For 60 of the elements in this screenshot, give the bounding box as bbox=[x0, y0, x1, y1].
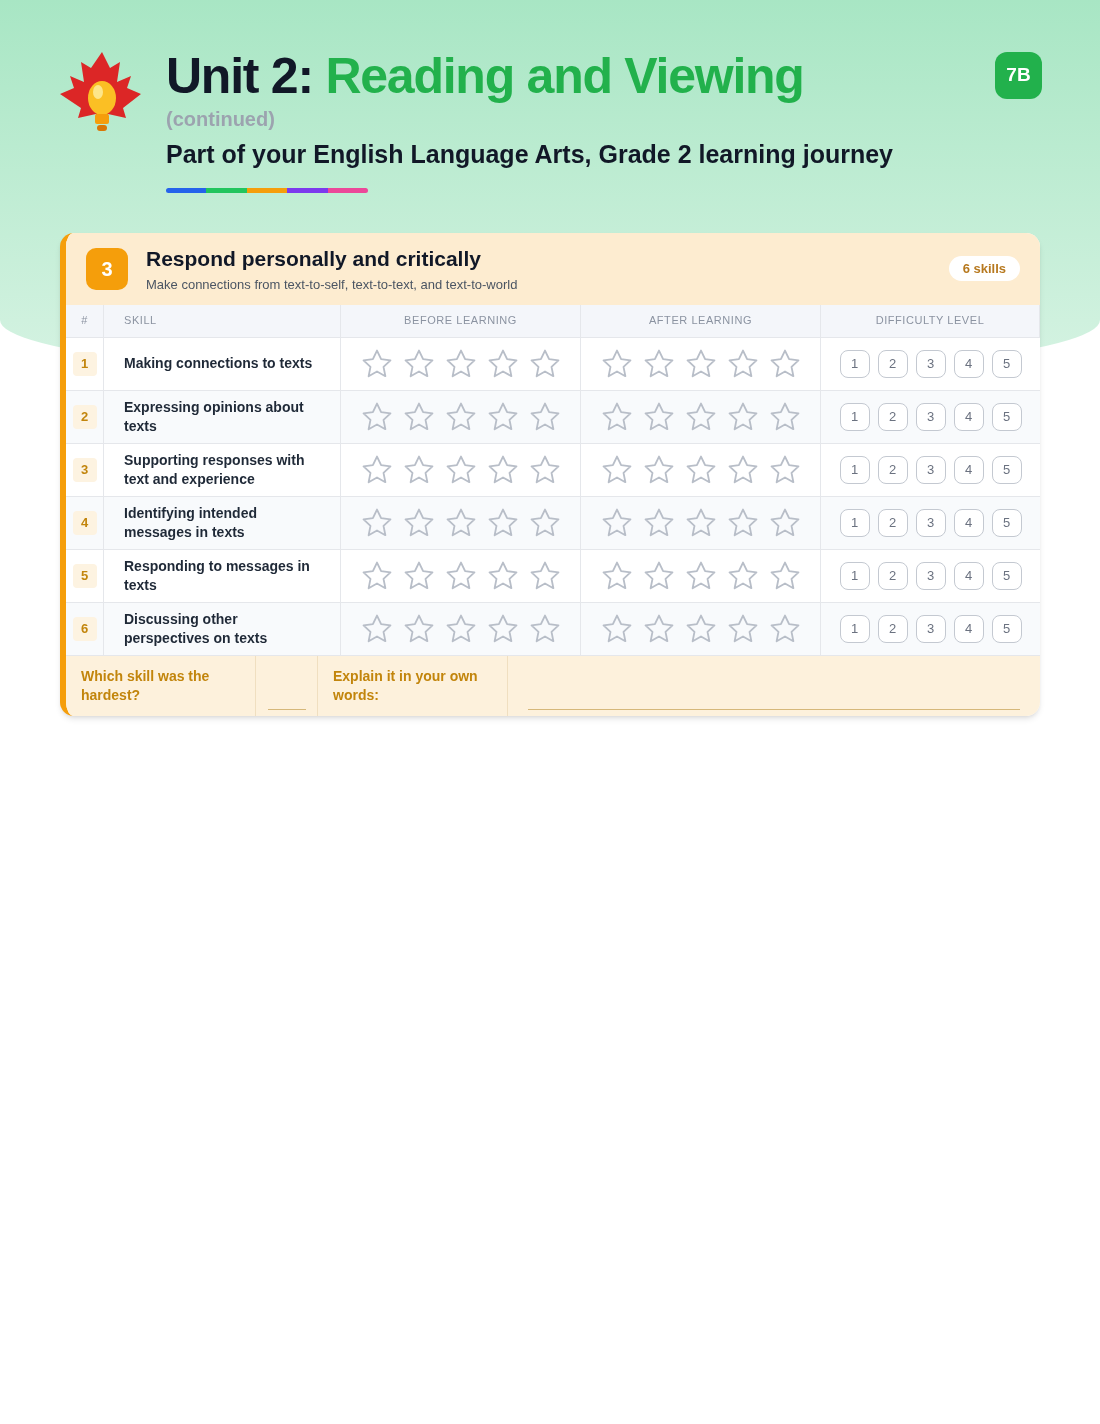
difficulty-option[interactable]: 1 bbox=[839, 614, 870, 643]
subtitle: Part of your English Language Arts, Grade 2 learning journey bbox=[166, 139, 893, 170]
difficulty-option[interactable]: 2 bbox=[877, 561, 908, 590]
column-header: SKILL bbox=[124, 313, 157, 329]
difficulty-option[interactable]: 3 bbox=[915, 402, 946, 431]
explain-prompt: Explain it in your own words: bbox=[333, 666, 479, 705]
row-number: 4 bbox=[72, 510, 97, 535]
difficulty-option[interactable]: 1 bbox=[839, 349, 870, 378]
row-number: 5 bbox=[72, 563, 97, 588]
row-number: 3 bbox=[72, 457, 97, 482]
difficulty-option[interactable]: 4 bbox=[953, 561, 984, 590]
difficulty-option[interactable]: 3 bbox=[915, 349, 946, 378]
section-number: 3 bbox=[86, 247, 128, 290]
skill-name: Expressing opinions about texts bbox=[124, 397, 305, 436]
difficulty-option[interactable]: 3 bbox=[915, 508, 946, 537]
skill-name: Supporting responses with text and experience bbox=[124, 450, 306, 489]
difficulty-option[interactable]: 5 bbox=[991, 455, 1022, 484]
difficulty-option[interactable]: 5 bbox=[991, 561, 1022, 590]
difficulty-option[interactable]: 3 bbox=[915, 455, 946, 484]
difficulty-option[interactable]: 2 bbox=[877, 402, 908, 431]
section-description: Make connections from text-to-self, text-to-text, and text-to-world bbox=[146, 275, 518, 294]
answer-line[interactable] bbox=[267, 708, 306, 710]
column-header: AFTER LEARNING bbox=[648, 313, 753, 329]
unit-title: Reading and Viewing bbox=[325, 48, 804, 104]
difficulty-option[interactable]: 4 bbox=[953, 508, 984, 537]
skills-count-badge: 6 skills bbox=[948, 255, 1020, 282]
hardest-skill-question: Which skill was the hardest? bbox=[81, 666, 211, 705]
column-header: DIFFICULTY LEVEL bbox=[875, 313, 985, 329]
difficulty-option[interactable]: 2 bbox=[877, 508, 908, 537]
difficulty-option[interactable]: 3 bbox=[915, 614, 946, 643]
difficulty-option[interactable]: 5 bbox=[991, 402, 1022, 431]
row-number: 6 bbox=[72, 616, 97, 641]
skill-name: Responding to messages in texts bbox=[124, 556, 311, 595]
difficulty-option[interactable]: 3 bbox=[915, 561, 946, 590]
skill-name: Discussing other perspectives on texts bbox=[124, 609, 269, 648]
difficulty-option[interactable]: 4 bbox=[953, 349, 984, 378]
difficulty-option[interactable]: 1 bbox=[839, 508, 870, 537]
difficulty-option[interactable]: 5 bbox=[991, 614, 1022, 643]
section-title: Respond personally and critically bbox=[146, 246, 481, 272]
difficulty-option[interactable]: 2 bbox=[877, 349, 908, 378]
row-number: 1 bbox=[72, 351, 97, 376]
difficulty-option[interactable]: 1 bbox=[839, 402, 870, 431]
continued-label: (continued) bbox=[166, 107, 275, 132]
skill-name: Making connections to texts bbox=[124, 354, 313, 373]
row-number: 2 bbox=[72, 404, 97, 429]
difficulty-option[interactable]: 5 bbox=[991, 508, 1022, 537]
difficulty-option[interactable]: 4 bbox=[953, 614, 984, 643]
difficulty-option[interactable]: 2 bbox=[877, 455, 908, 484]
difficulty-option[interactable]: 2 bbox=[877, 614, 908, 643]
difficulty-option[interactable]: 1 bbox=[839, 455, 870, 484]
difficulty-option[interactable]: 5 bbox=[991, 349, 1022, 378]
unit-badge: 7B bbox=[995, 52, 1042, 99]
difficulty-option[interactable]: 4 bbox=[953, 402, 984, 431]
column-header: # bbox=[81, 313, 88, 329]
skill-name: Identifying intended messages in texts bbox=[124, 503, 258, 542]
difficulty-option[interactable]: 1 bbox=[839, 561, 870, 590]
unit-label: Unit 2: bbox=[166, 48, 313, 104]
difficulty-option[interactable]: 4 bbox=[953, 455, 984, 484]
column-header: BEFORE LEARNING bbox=[404, 313, 517, 329]
answer-line[interactable] bbox=[528, 708, 1020, 710]
